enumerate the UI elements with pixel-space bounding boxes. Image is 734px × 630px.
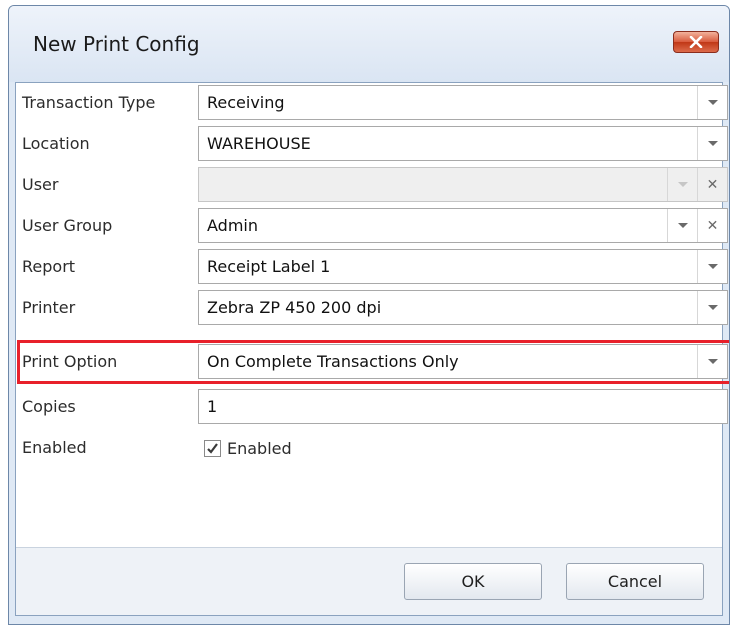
location-value: WAREHOUSE [207, 134, 311, 153]
user-combobox: ✕ [198, 167, 728, 202]
printer-value: Zebra ZP 450 200 dpi [207, 298, 382, 317]
dialog-body: Transaction Type Receiving Location WARE… [15, 82, 729, 616]
print-option-label: Print Option [22, 352, 118, 371]
cancel-button[interactable]: Cancel [566, 563, 704, 600]
user-dropdown-button [667, 168, 697, 201]
row-user: User ✕ [16, 165, 728, 205]
user-group-value: Admin [207, 216, 258, 235]
row-print-option: Print Option On Complete Transactions On… [16, 342, 728, 382]
user-group-dropdown-button[interactable] [667, 209, 697, 242]
transaction-type-value: Receiving [207, 93, 285, 112]
report-combobox[interactable]: Receipt Label 1 [198, 249, 728, 284]
chevron-down-icon [707, 264, 718, 269]
chevron-down-icon [707, 359, 718, 364]
dialog-footer: OK Cancel [16, 548, 722, 615]
row-copies: Copies 1 [16, 387, 728, 427]
location-label: Location [22, 134, 90, 153]
close-button[interactable] [673, 31, 719, 53]
user-label: User [22, 175, 59, 194]
transaction-type-combobox[interactable]: Receiving [198, 85, 728, 120]
transaction-type-dropdown-button[interactable] [697, 86, 727, 119]
row-location: Location WAREHOUSE [16, 124, 728, 164]
report-value: Receipt Label 1 [207, 257, 331, 276]
ok-button[interactable]: OK [404, 563, 542, 600]
location-combobox[interactable]: WAREHOUSE [198, 126, 728, 161]
user-group-label: User Group [22, 216, 113, 235]
row-user-group: User Group Admin ✕ [16, 206, 728, 246]
print-option-value: On Complete Transactions Only [207, 352, 459, 371]
row-enabled: Enabled Enabled [16, 428, 722, 468]
printer-label: Printer [22, 298, 76, 317]
user-clear-button[interactable]: ✕ [697, 168, 727, 201]
title-bar[interactable]: New Print Config [9, 6, 729, 82]
enabled-checkbox-label: Enabled [227, 438, 292, 458]
row-printer: Printer Zebra ZP 450 200 dpi [16, 288, 728, 328]
dialog-title: New Print Config [33, 32, 200, 56]
chevron-down-icon [707, 100, 718, 105]
enabled-checkbox[interactable] [204, 439, 221, 457]
print-config-dialog: New Print Config Transaction Type Receiv… [8, 5, 730, 625]
chevron-down-icon [707, 141, 718, 146]
printer-combobox[interactable]: Zebra ZP 450 200 dpi [198, 290, 728, 325]
close-icon [689, 36, 703, 48]
report-label: Report [22, 257, 76, 276]
clear-icon: ✕ [706, 176, 719, 193]
transaction-type-label: Transaction Type [22, 93, 156, 112]
row-transaction-type: Transaction Type Receiving [16, 83, 728, 123]
enabled-label: Enabled [22, 438, 87, 457]
chevron-down-icon [677, 182, 688, 187]
report-dropdown-button[interactable] [697, 250, 727, 283]
copies-input[interactable]: 1 [198, 389, 728, 424]
checkmark-icon [207, 442, 218, 454]
user-group-combobox[interactable]: Admin ✕ [198, 208, 728, 243]
location-dropdown-button[interactable] [697, 127, 727, 160]
enabled-checkbox-wrap[interactable]: Enabled [204, 428, 292, 468]
chevron-down-icon [707, 305, 718, 310]
print-option-dropdown-button[interactable] [697, 345, 727, 378]
printer-dropdown-button[interactable] [697, 291, 727, 324]
user-group-clear-button[interactable]: ✕ [697, 209, 727, 242]
copies-label: Copies [22, 397, 76, 416]
print-option-combobox[interactable]: On Complete Transactions Only [198, 344, 728, 379]
copies-value: 1 [207, 397, 218, 416]
clear-icon: ✕ [706, 217, 719, 234]
row-report: Report Receipt Label 1 [16, 247, 728, 287]
chevron-down-icon [677, 223, 688, 228]
